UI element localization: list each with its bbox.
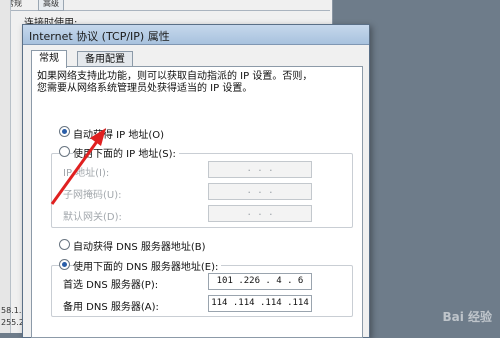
ip-auto-label[interactable]: 自动获得 IP 地址(O): [73, 126, 164, 141]
subnet-mask-field[interactable]: . . .: [208, 183, 312, 200]
tab-general[interactable]: 常规: [31, 50, 67, 68]
description-text: 如果网络支持此功能，则可以获取自动指派的 IP 设置。否则， 您需要从网络系统管…: [37, 71, 312, 95]
ip-manual-radio[interactable]: [59, 146, 70, 157]
default-gateway-field[interactable]: . . .: [208, 205, 312, 222]
ip-address-field[interactable]: . . .: [208, 161, 312, 178]
alternate-dns-field[interactable]: 114 .114 .114 .114: [208, 295, 312, 312]
tab-alternate-configuration[interactable]: 备用配置: [77, 51, 133, 67]
dialog-title: Internet 协议 (TCP/IP) 属性: [29, 30, 170, 43]
left-background-strip: 58.1.2 255.2: [0, 0, 26, 333]
ip-manual-label[interactable]: 使用下面的 IP 地址(S):: [73, 145, 179, 160]
ip-auto-radio[interactable]: [59, 126, 70, 137]
background-tab-row: 常规 高级: [0, 0, 330, 11]
watermark: Bai 经验: [442, 310, 492, 324]
description-line-1: 如果网络支持此功能，则可以获取自动指派的 IP 设置。否则，: [37, 71, 313, 82]
dns-manual-radio[interactable]: [59, 259, 70, 270]
background-tab-advanced[interactable]: 高级: [38, 0, 64, 11]
preferred-dns-label: 首选 DNS 服务器(P):: [63, 280, 159, 291]
preferred-dns-field[interactable]: 101 .226 . 4 . 6: [208, 273, 312, 290]
dns-auto-radio[interactable]: [59, 239, 70, 250]
alternate-dns-label: 备用 DNS 服务器(A):: [63, 302, 159, 313]
dns-manual-label[interactable]: 使用下面的 DNS 服务器地址(E):: [73, 258, 222, 273]
left-strip-text-2: 255.2: [1, 318, 24, 327]
default-gateway-label: 默认网关(D):: [63, 212, 122, 223]
tcpip-properties-dialog: Internet 协议 (TCP/IP) 属性 常规 备用配置 如果网络支持此功…: [22, 24, 370, 338]
dialog-title-bar[interactable]: Internet 协议 (TCP/IP) 属性: [23, 25, 369, 45]
subnet-mask-label: 子网掩码(U):: [63, 190, 122, 201]
description-line-2: 您需要从网络系统管理员处获得适当的 IP 设置。: [37, 83, 253, 94]
ip-address-label: IP 地址(I):: [63, 168, 110, 179]
dns-auto-label[interactable]: 自动获得 DNS 服务器地址(B): [73, 238, 206, 253]
